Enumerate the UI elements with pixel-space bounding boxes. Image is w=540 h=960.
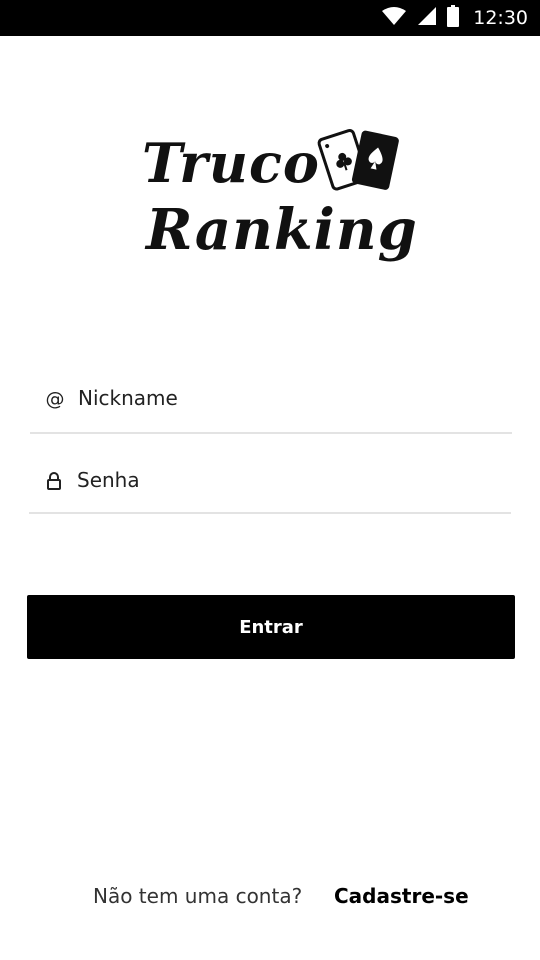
nickname-field: @ (30, 380, 512, 434)
playing-cards-icon (317, 129, 399, 191)
logo-text-line2: Ranking (146, 197, 418, 263)
login-button[interactable]: Entrar (27, 595, 515, 659)
status-icons: 12:30 (381, 0, 528, 36)
signup-link[interactable]: Cadastre-se (334, 884, 469, 908)
nickname-input[interactable] (78, 380, 498, 416)
battery-icon (447, 5, 460, 31)
signal-icon (417, 6, 437, 30)
wifi-icon (381, 6, 407, 30)
status-time: 12:30 (473, 7, 528, 29)
signup-question: Não tem uma conta? (93, 884, 303, 908)
at-icon: @ (45, 388, 65, 410)
password-input[interactable] (77, 462, 497, 498)
status-bar: 12:30 (0, 0, 540, 36)
signup-footer: Não tem uma conta? Cadastre-se (0, 880, 540, 916)
password-field (29, 462, 511, 514)
login-screen: 12:30 Truco Ranking @ Nickname Entrar Nã… (0, 0, 540, 960)
login-button-label: Entrar (239, 616, 303, 638)
lock-icon (43, 466, 65, 496)
logo-text-line1: Truco (142, 131, 320, 195)
app-logo: Truco Ranking (138, 125, 417, 275)
